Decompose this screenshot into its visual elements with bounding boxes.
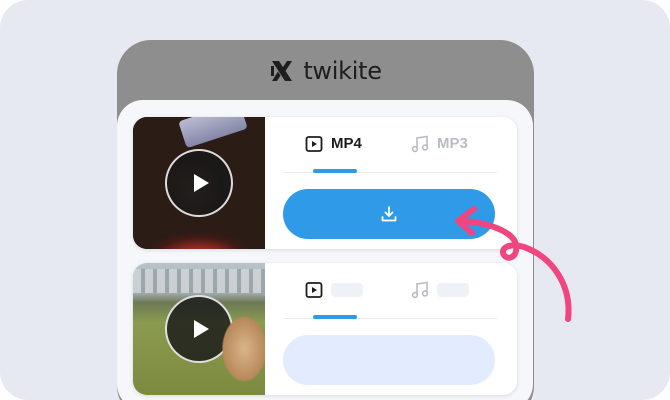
play-button[interactable] [165, 295, 233, 363]
format-tabs: MP4 MP3 [283, 135, 497, 173]
brand-header: twikite [117, 56, 534, 86]
tab-video[interactable] [305, 281, 363, 319]
video-play-icon [305, 282, 323, 298]
play-icon [194, 174, 209, 192]
music-note-icon [411, 281, 429, 299]
tab-mp4[interactable]: MP4 [305, 135, 362, 173]
loading-placeholder [331, 283, 363, 297]
active-tab-indicator [313, 169, 357, 173]
twikite-logo-icon [271, 61, 293, 81]
video-play-icon [305, 136, 323, 152]
curved-arrow-icon [455, 206, 572, 322]
play-button[interactable] [165, 149, 233, 217]
tab-label: MP4 [331, 135, 362, 152]
birthday-cake-video-thumbnail [133, 117, 265, 249]
download-icon [381, 206, 397, 222]
brand-name: twikite [303, 57, 382, 85]
tab-mp3[interactable]: MP3 [411, 135, 468, 173]
download-button-placeholder [283, 335, 495, 385]
active-tab-indicator [313, 315, 357, 319]
play-icon [194, 320, 209, 338]
music-note-icon [411, 135, 429, 153]
dog-in-park-video-thumbnail [133, 263, 265, 395]
tab-label: MP3 [437, 135, 468, 152]
